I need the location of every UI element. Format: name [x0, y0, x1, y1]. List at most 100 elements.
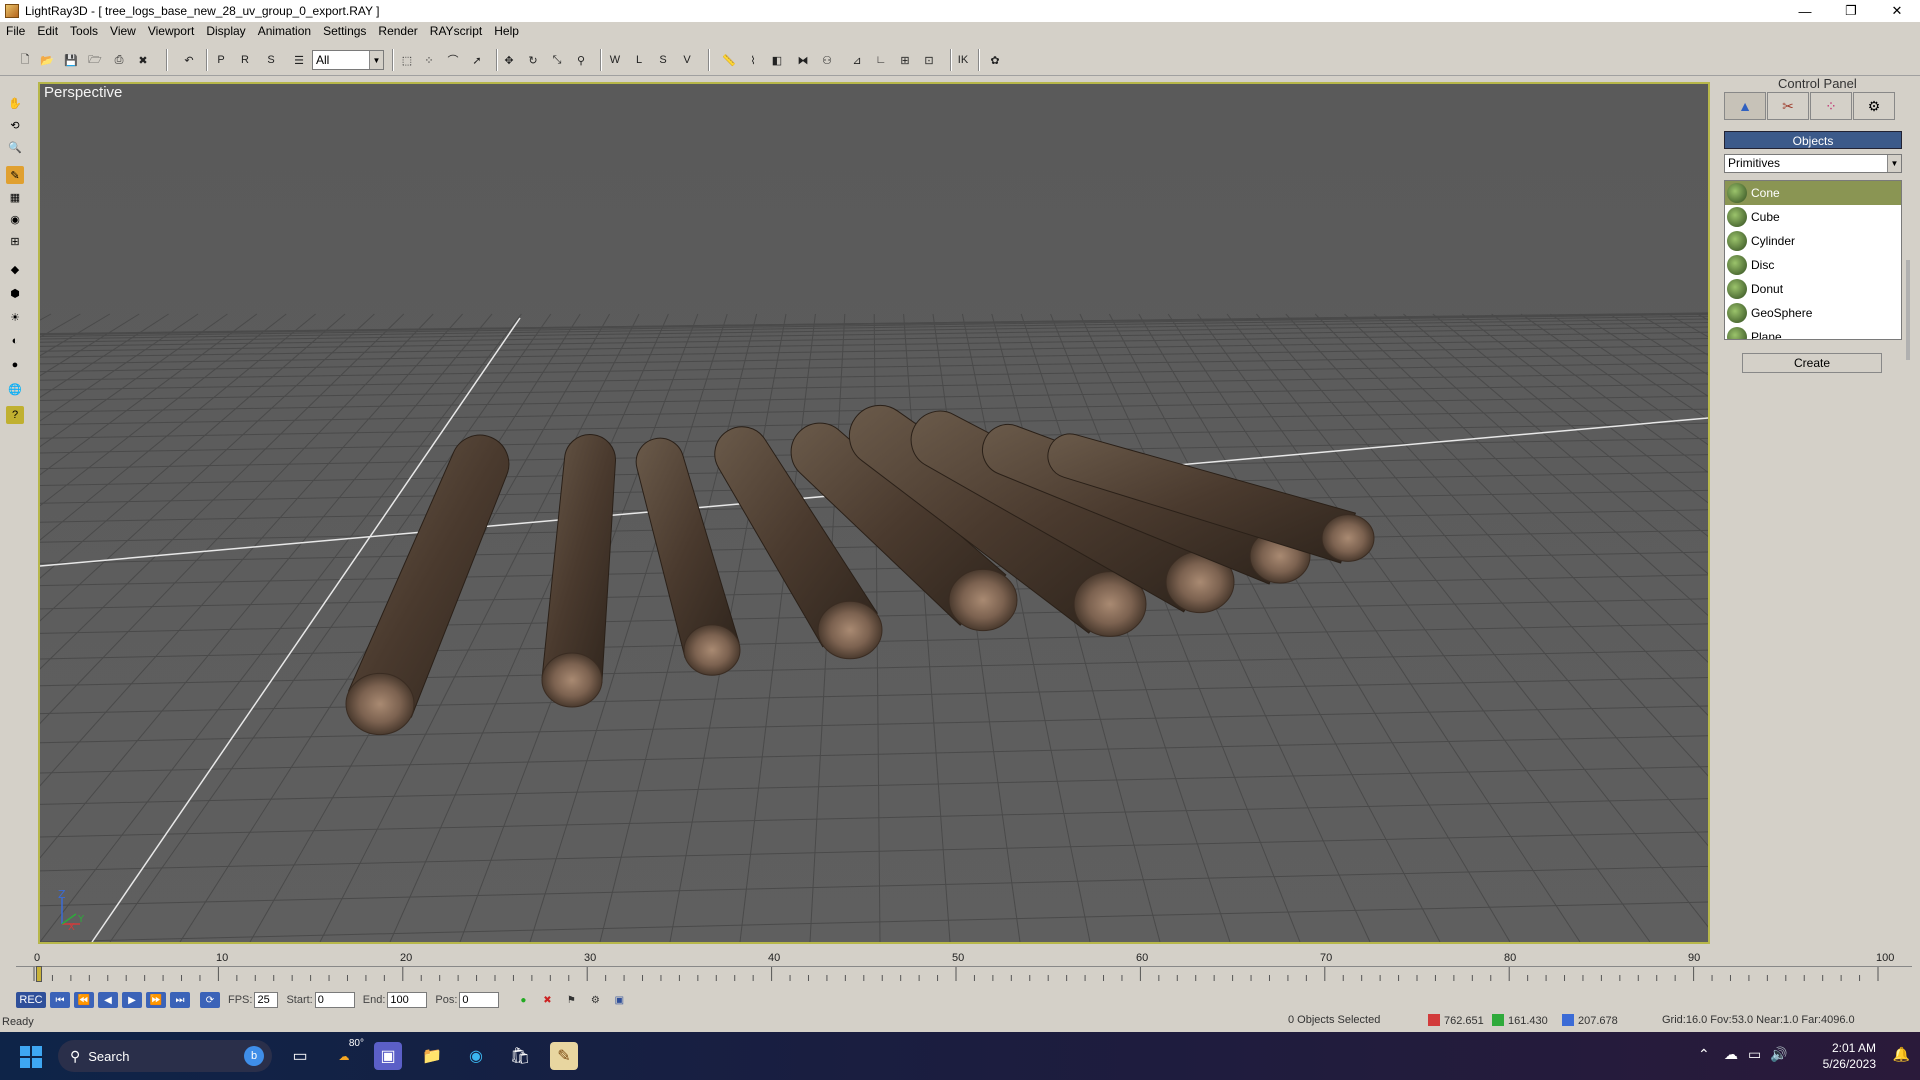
tab-create[interactable]: ▲	[1724, 92, 1766, 120]
loop-icon[interactable]: ⟳	[200, 992, 220, 1008]
measure-icon[interactable]: 📏	[720, 51, 738, 69]
list-scrollbar[interactable]	[1906, 260, 1910, 360]
create-button[interactable]: Create	[1742, 353, 1882, 373]
undo-icon[interactable]: ↶	[180, 51, 198, 69]
add-key-icon[interactable]: ●	[513, 992, 534, 1008]
menu-view[interactable]: View	[104, 24, 142, 38]
tab-modify[interactable]: ✂	[1767, 92, 1809, 120]
prev-key-icon[interactable]: ⏪	[74, 992, 94, 1008]
clock[interactable]: 2:01 AM 5/26/2023	[1823, 1040, 1876, 1072]
z-lock-icon[interactable]	[1562, 1014, 1574, 1026]
ik-icon[interactable]: IK	[954, 51, 972, 69]
camera-icon[interactable]: ◉	[6, 210, 24, 228]
open-file-icon[interactable]: 📂	[38, 51, 56, 69]
select-filter-icon[interactable]: ☰	[290, 51, 308, 69]
pan-hand-icon[interactable]: ✋	[6, 94, 24, 112]
render-icon[interactable]: ⬢	[6, 284, 24, 302]
orbit-icon[interactable]: ⟲	[6, 116, 24, 134]
rotate-r-icon[interactable]: R	[236, 51, 254, 69]
link-icon[interactable]: ⚲	[572, 51, 590, 69]
menu-rayscript[interactable]: RAYscript	[424, 24, 488, 38]
windows-start-icon[interactable]	[20, 1046, 42, 1068]
menu-animation[interactable]: Animation	[252, 24, 317, 38]
fps-input[interactable]: 25	[254, 992, 279, 1008]
key-filter-icon[interactable]: ⚑	[561, 992, 582, 1008]
mirror-icon[interactable]: ⧓	[794, 51, 812, 69]
globe-icon[interactable]: 🌐	[6, 380, 24, 398]
view-grid-icon[interactable]: ▦	[6, 188, 24, 206]
rotate-icon[interactable]: ↻	[524, 51, 542, 69]
pan-p-icon[interactable]: P	[212, 51, 230, 69]
weather-widget[interactable]: ☁ 80°	[330, 1038, 365, 1070]
perspective-viewport[interactable]: Perspective Z X Y	[38, 82, 1710, 944]
select-dots-icon[interactable]: ⁘	[420, 51, 438, 69]
save-icon[interactable]: 💾	[62, 51, 80, 69]
snap-icon[interactable]: ⌇	[744, 51, 762, 69]
light-icon[interactable]: ☀	[6, 308, 24, 326]
x-lock-icon[interactable]	[1428, 1014, 1440, 1026]
zoom-extents-icon[interactable]: ⊡	[920, 51, 938, 69]
shading-icon[interactable]: ◐	[6, 332, 24, 350]
timeline[interactable]: 0 10 20 30 40 50 60 70 80 90 100	[12, 950, 1912, 984]
timeline-playhead[interactable]	[36, 966, 42, 982]
restore-button[interactable]: ❐	[1828, 0, 1874, 22]
save-as-icon[interactable]: 🗁	[86, 51, 104, 69]
file-explorer-icon[interactable]: 📁	[418, 1042, 446, 1070]
chevron-up-icon[interactable]: ⌃	[1698, 1046, 1710, 1063]
minimize-button[interactable]: —	[1782, 0, 1828, 22]
tab-display[interactable]: ⁘	[1810, 92, 1852, 120]
material-editor-icon[interactable]: ✿	[986, 51, 1004, 69]
prev-frame-icon[interactable]: ◀	[98, 992, 118, 1008]
hierarchy-icon[interactable]: ⊿	[848, 51, 866, 69]
grid-toggle-icon[interactable]: ⊞	[896, 51, 914, 69]
help-icon[interactable]: ?	[6, 406, 24, 424]
pos-input[interactable]: 0	[459, 992, 500, 1008]
task-view-icon[interactable]: ▭	[286, 1042, 314, 1070]
zoom-icon[interactable]: 🔍	[6, 138, 24, 156]
world-coord-icon[interactable]: W	[606, 51, 624, 69]
end-input[interactable]: 100	[387, 992, 428, 1008]
record-button[interactable]: REC	[16, 992, 46, 1008]
teams-chat-icon[interactable]: ▣	[374, 1042, 402, 1070]
list-item-cone[interactable]: Cone	[1725, 181, 1901, 205]
lightray3d-taskbar-icon[interactable]: ✎	[550, 1042, 578, 1070]
export-icon[interactable]: ⎙	[110, 51, 128, 69]
time-config-icon[interactable]: ▣	[609, 992, 630, 1008]
quad-view-icon[interactable]: ⊞	[6, 232, 24, 250]
list-item-cylinder[interactable]: Cylinder	[1725, 229, 1901, 253]
volume-icon[interactable]: 🔊	[1770, 1046, 1787, 1063]
play-icon[interactable]: ▶	[122, 992, 142, 1008]
timeline-track[interactable]	[16, 966, 1912, 982]
view-coord-icon[interactable]: V	[678, 51, 696, 69]
menu-tools[interactable]: Tools	[64, 24, 104, 38]
material-icon[interactable]: ◆	[6, 260, 24, 278]
menu-file[interactable]: File	[0, 24, 31, 38]
primitives-select[interactable]: Primitives ▼	[1724, 154, 1902, 173]
edge-browser-icon[interactable]: ◉	[462, 1042, 490, 1070]
menu-edit[interactable]: Edit	[31, 24, 64, 38]
bing-icon[interactable]: b	[244, 1046, 264, 1066]
list-item-disc[interactable]: Disc	[1725, 253, 1901, 277]
y-lock-icon[interactable]	[1492, 1014, 1504, 1026]
menu-viewport[interactable]: Viewport	[142, 24, 200, 38]
list-item-plane[interactable]: Plane	[1725, 325, 1901, 339]
menu-settings[interactable]: Settings	[317, 24, 372, 38]
onedrive-icon[interactable]: ☁	[1724, 1046, 1738, 1063]
delete-key-icon[interactable]: ✖	[537, 992, 558, 1008]
create-mode-icon[interactable]: ✎	[6, 166, 24, 184]
group-icon[interactable]: ⚇	[818, 51, 836, 69]
scale-s-icon[interactable]: S	[262, 51, 280, 69]
network-icon[interactable]: ▭	[1748, 1046, 1761, 1063]
color-icon[interactable]: ●	[6, 356, 24, 374]
align-icon[interactable]: ◧	[768, 51, 786, 69]
move-icon[interactable]: ✥	[500, 51, 518, 69]
selection-filter-select[interactable]: All ▼	[312, 50, 384, 70]
notifications-icon[interactable]: 🔔	[1893, 1046, 1910, 1063]
list-item-cube[interactable]: Cube	[1725, 205, 1901, 229]
new-file-icon[interactable]: 🗋	[16, 51, 34, 69]
list-item-donut[interactable]: Donut	[1725, 277, 1901, 301]
select-lasso-icon[interactable]: ⌒	[444, 51, 462, 69]
viewport-label[interactable]: Perspective	[44, 84, 122, 101]
screen-coord-icon[interactable]: S	[654, 51, 672, 69]
menu-display[interactable]: Display	[200, 24, 251, 38]
